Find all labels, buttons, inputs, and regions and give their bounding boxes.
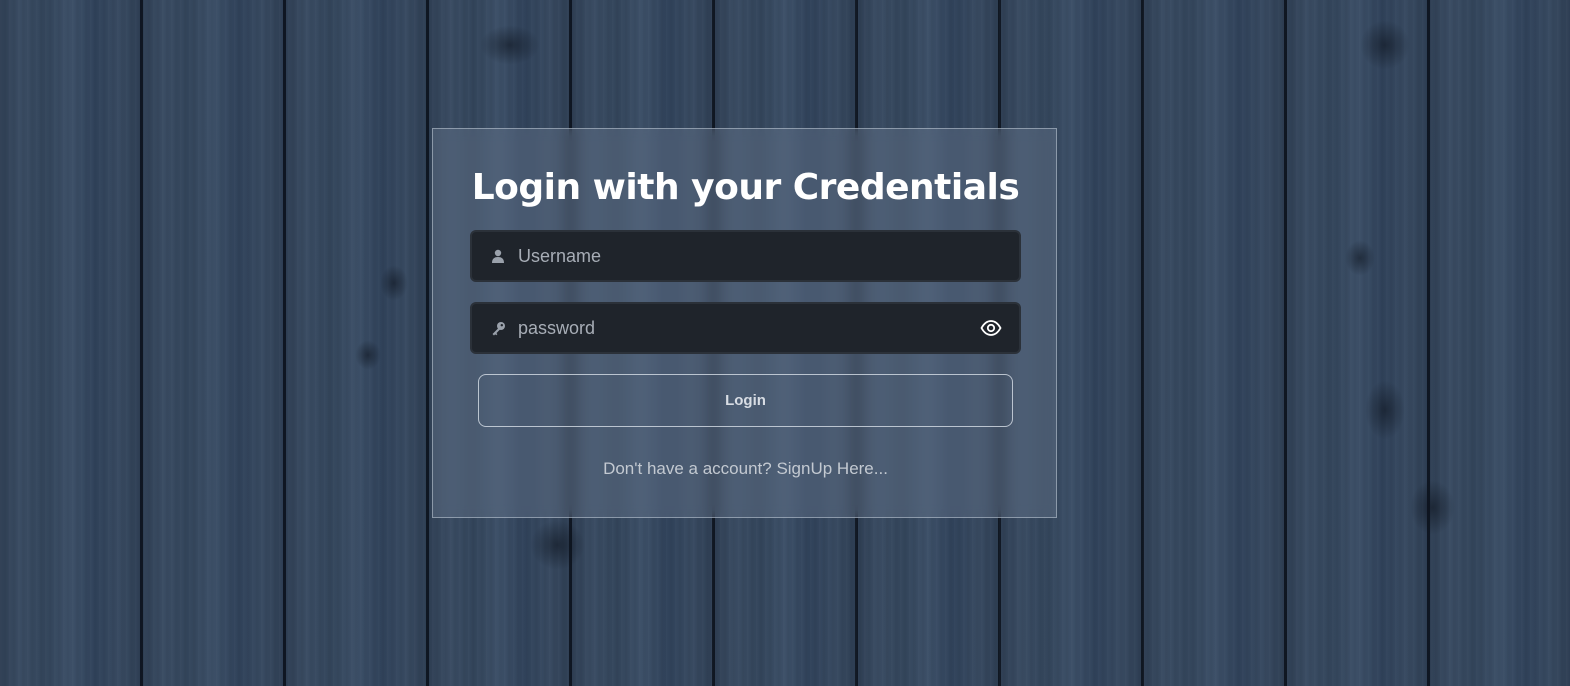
username-field[interactable] <box>470 230 1021 282</box>
user-icon <box>490 248 506 264</box>
signup-link[interactable]: SignUp Here... <box>776 459 888 478</box>
signup-prompt: Don't have a account? <box>603 459 772 478</box>
signup-prompt-line: Don't have a account? SignUp Here... <box>433 459 1058 479</box>
login-title: Login with your Credentials <box>471 167 1020 208</box>
password-input[interactable] <box>518 304 979 352</box>
password-field[interactable] <box>470 302 1021 354</box>
wood-knot <box>1345 240 1375 276</box>
key-icon <box>490 320 506 336</box>
eye-icon[interactable] <box>979 316 1003 340</box>
wood-knot <box>355 340 381 370</box>
wood-knot <box>1360 20 1410 70</box>
login-button[interactable]: Login <box>478 374 1013 427</box>
wood-knot <box>480 25 540 65</box>
wood-knot <box>1365 380 1405 440</box>
login-card: Login with your Credentials Login <box>432 128 1057 518</box>
username-input[interactable] <box>518 232 1019 280</box>
wood-knot <box>530 520 585 570</box>
wood-knot <box>380 265 408 301</box>
wood-knot <box>1410 480 1455 535</box>
